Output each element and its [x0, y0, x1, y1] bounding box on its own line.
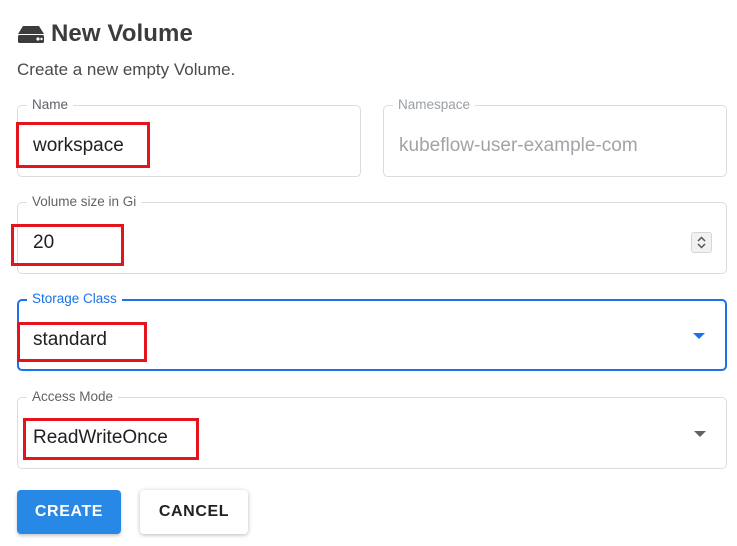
create-button[interactable]: CREATE [17, 490, 121, 534]
namespace-input: kubeflow-user-example-com [399, 135, 638, 156]
highlight-box [23, 418, 199, 460]
highlight-box [16, 122, 150, 168]
cancel-button[interactable]: CANCEL [140, 490, 248, 534]
page-title: New Volume [51, 20, 193, 47]
highlight-box [17, 322, 147, 362]
dropdown-arrow-icon[interactable] [694, 431, 706, 437]
dialog-header: New Volume [17, 20, 193, 48]
name-label: Name [27, 97, 74, 113]
namespace-field: Namespace kubeflow-user-example-com [383, 97, 727, 177]
page-subtitle: Create a new empty Volume. [17, 60, 236, 79]
highlight-box [11, 224, 124, 266]
dropdown-arrow-icon[interactable] [693, 333, 705, 339]
volume-size-label: Volume size in Gi [27, 194, 142, 210]
storage-class-label: Storage Class [27, 291, 122, 307]
access-mode-label: Access Mode [27, 389, 119, 405]
number-stepper-icon[interactable] [691, 232, 712, 253]
storage-drive-icon [17, 24, 45, 44]
namespace-label: Namespace [393, 97, 476, 113]
